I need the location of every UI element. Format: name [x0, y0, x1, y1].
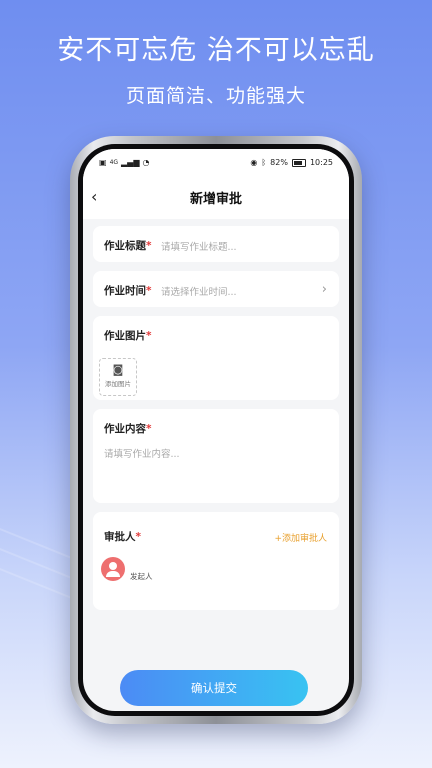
- promo-subline: 页面简洁、功能强大: [125, 85, 306, 107]
- nav-bar: ‹ 新增审批: [83, 173, 349, 219]
- time-field-card[interactable]: 作业时间* 请选择作业时间... ›: [93, 271, 339, 307]
- content-label-text: 作业内容: [104, 423, 146, 435]
- battery-icon: [291, 158, 306, 167]
- battery-percent: 82%: [270, 158, 288, 167]
- bluetooth-icon: ᛒ: [261, 158, 267, 167]
- time-field-label: 作业时间*: [104, 283, 152, 298]
- user-icon-body: [106, 571, 120, 577]
- time-picker[interactable]: 请选择作业时间...: [161, 284, 237, 298]
- content-field-label: 作业内容*: [104, 421, 152, 436]
- required-mark: *: [135, 531, 142, 543]
- initiator-label: 发起人: [130, 572, 153, 581]
- phone-frame: ▣ 4G ▂▄▆ ◔ ◉ ᛒ 82% 10:25 ‹ 新增审批 作业标题* 请填…: [70, 136, 362, 724]
- approver-label: 审批人*: [104, 529, 141, 544]
- add-approver-button[interactable]: +添加审批人: [274, 531, 327, 544]
- eye-icon: ◉: [250, 158, 258, 167]
- signal-icon: ▂▄▆: [121, 158, 140, 167]
- submit-button[interactable]: 确认提交: [120, 670, 308, 706]
- status-bar: ▣ 4G ▂▄▆ ◔ ◉ ᛒ 82% 10:25: [83, 149, 349, 173]
- content-textarea[interactable]: 请填写作业内容...: [104, 446, 180, 460]
- add-image-button[interactable]: ◙ 添加图片: [99, 358, 137, 396]
- image-label-text: 作业图片: [104, 330, 146, 342]
- title-label-text: 作业标题: [104, 240, 146, 252]
- required-mark: *: [146, 423, 152, 435]
- chevron-right-icon: ›: [321, 282, 327, 297]
- image-field-card: 作业图片* ◙ 添加图片: [93, 316, 339, 400]
- required-mark: *: [146, 285, 152, 297]
- user-icon: [109, 562, 117, 570]
- image-field-label: 作业图片*: [104, 328, 152, 343]
- clock: 10:25: [309, 158, 333, 167]
- required-mark: *: [146, 330, 152, 342]
- camera-icon: ◙: [112, 363, 124, 376]
- approver-card: 审批人* +添加审批人 发起人: [93, 512, 339, 610]
- title-field-card[interactable]: 作业标题* 请填写作业标题...: [93, 226, 339, 262]
- add-image-text: 添加图片: [105, 380, 131, 388]
- time-label-text: 作业时间: [104, 285, 146, 297]
- approver-label-text: 审批人: [104, 531, 136, 543]
- required-mark: *: [146, 240, 152, 252]
- avatar: [101, 557, 125, 581]
- title-input[interactable]: 请填写作业标题...: [161, 239, 237, 253]
- network-type: 4G: [109, 159, 119, 166]
- sim-icon: ▣: [99, 158, 107, 167]
- wifi-icon: ◔: [142, 158, 150, 167]
- phone-screen: ▣ 4G ▂▄▆ ◔ ◉ ᛒ 82% 10:25 ‹ 新增审批 作业标题* 请填…: [83, 149, 349, 711]
- page-title: 新增审批: [189, 192, 242, 207]
- content-field-card: 作业内容* 请填写作业内容...: [93, 409, 339, 503]
- decor-stripe: [0, 560, 74, 600]
- title-field-label: 作业标题*: [104, 238, 152, 253]
- promo-headline: 安不可忘危 治不可以忘乱: [57, 35, 375, 66]
- phone-bezel: ▣ 4G ▂▄▆ ◔ ◉ ᛒ 82% 10:25 ‹ 新增审批 作业标题* 请填…: [78, 144, 354, 716]
